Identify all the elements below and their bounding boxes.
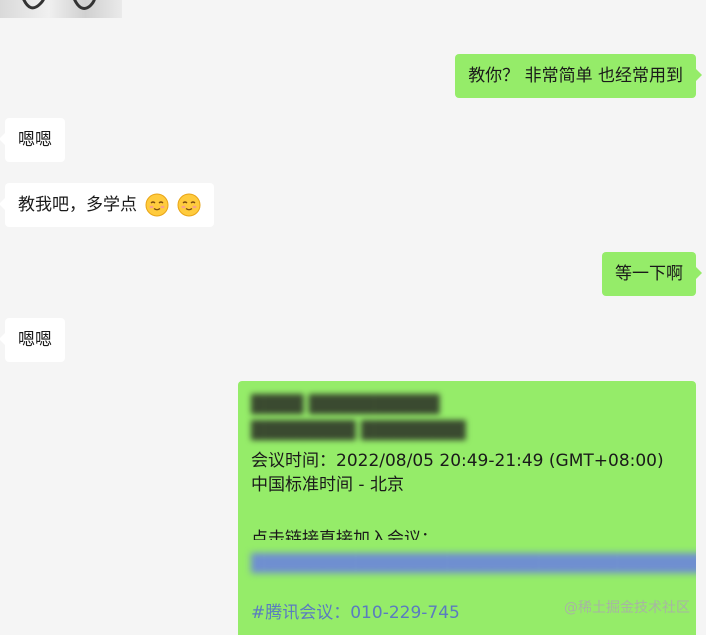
redacted-text: ████ ██████████ — [251, 395, 440, 415]
smiling-face-icon — [145, 193, 169, 217]
message-text: 教我吧，多学点 — [18, 195, 137, 215]
smiling-face-icon — [177, 193, 201, 217]
meeting-link[interactable]: ████████████████████████████████████ — [251, 552, 696, 576]
message-bubble-incoming[interactable]: 嗯嗯 — [0, 118, 65, 162]
message-text: 嗯嗯 — [18, 330, 52, 350]
message-text: 等一下啊 — [615, 264, 683, 284]
watermark: @稀土掘金技术社区 — [564, 600, 690, 616]
message-text: 嗯嗯 — [18, 130, 52, 150]
redacted-text: ████████ ████████ — [251, 421, 466, 441]
message-bubble-outgoing[interactable]: 等一下啊 — [602, 252, 702, 296]
message-bubble-outgoing[interactable]: 教你？ 非常简单 也经常用到 — [455, 54, 702, 98]
shared-image-thumbnail[interactable] — [0, 0, 122, 18]
meeting-timezone: 中国标准时间 - 北京 — [251, 475, 404, 495]
message-text: 教你？ 非常简单 也经常用到 — [468, 66, 683, 86]
meeting-time: 会议时间：2022/08/05 20:49-21:49 (GMT+08:00) — [251, 451, 664, 471]
join-link-label: 点击链接直接加入会议： — [251, 529, 438, 540]
message-bubble-incoming[interactable]: 嗯嗯 — [0, 318, 65, 362]
message-bubble-incoming[interactable]: 教我吧，多学点 — [0, 183, 214, 227]
